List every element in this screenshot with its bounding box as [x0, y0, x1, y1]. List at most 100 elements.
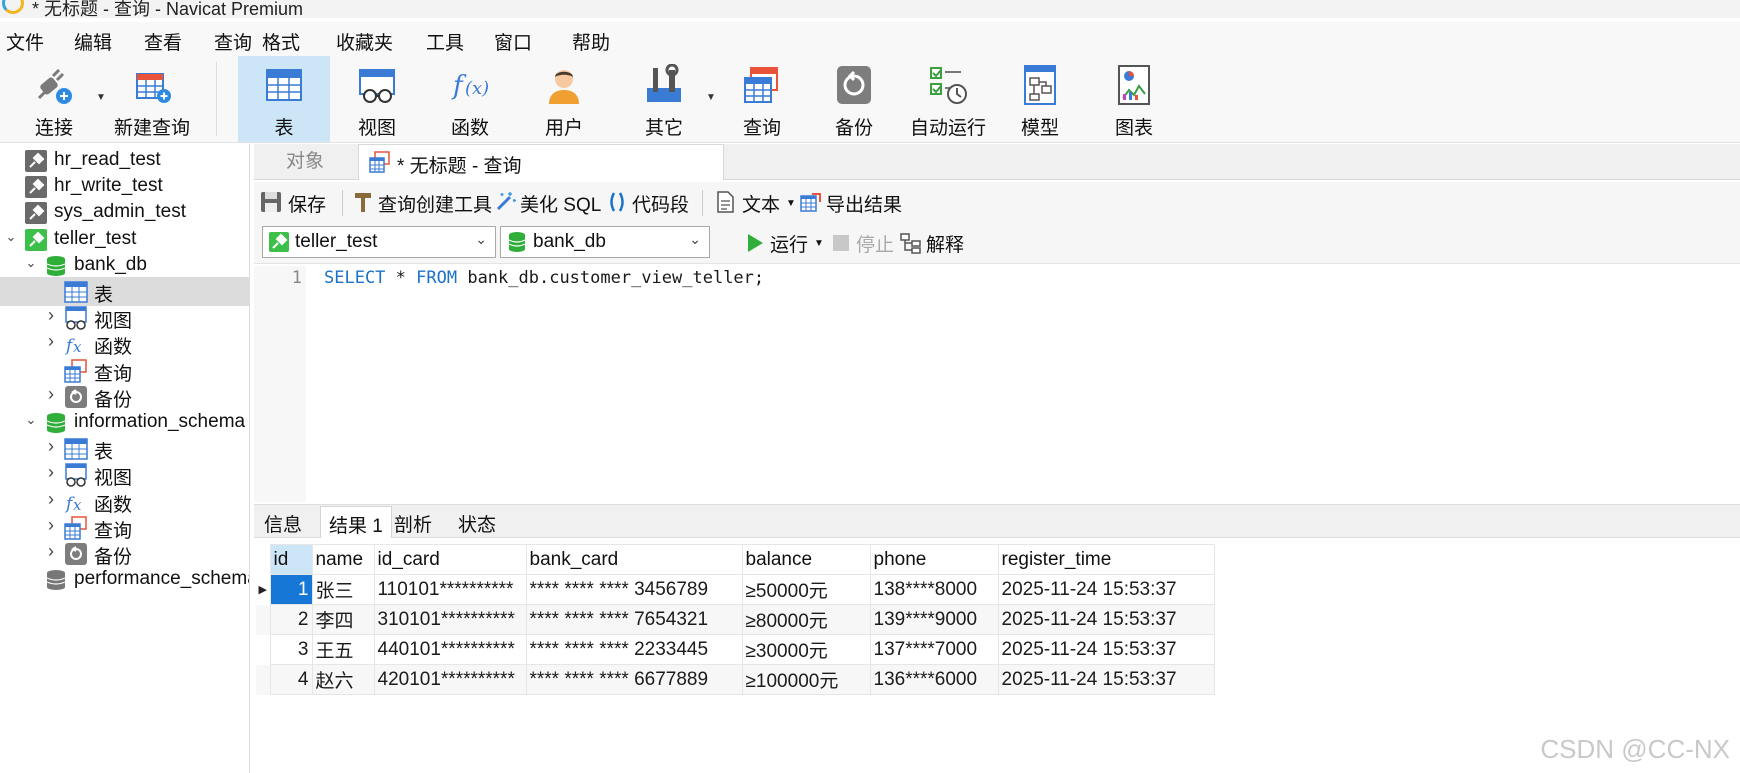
- cell-name[interactable]: 李四: [311, 604, 375, 635]
- cell-id-card[interactable]: 310101**********: [373, 604, 527, 635]
- connect-button[interactable]: 连接: [14, 56, 94, 142]
- chevron-right-icon[interactable]: ›: [44, 332, 58, 350]
- chevron-right-icon[interactable]: ›: [44, 542, 58, 560]
- stop-button[interactable]: 停止: [856, 230, 894, 257]
- query-button[interactable]: 查询: [716, 56, 808, 142]
- tree-item-table[interactable]: 表: [0, 277, 249, 306]
- table-row[interactable]: 3 王五 440101********** **** **** **** 223344…: [256, 634, 1215, 665]
- table-row[interactable]: 4 赵六 420101********** **** **** **** 667788…: [256, 664, 1215, 695]
- cell-phone[interactable]: 137****7000: [869, 634, 999, 665]
- table-row[interactable]: ▶ 1 张三 110101********** **** **** **** 34567…: [256, 574, 1215, 605]
- tab-objects[interactable]: 对象: [254, 144, 356, 180]
- column-header-register-time[interactable]: register_time: [997, 544, 1215, 575]
- tree-item-teller-test[interactable]: ⌄ teller_test: [0, 225, 249, 254]
- model-button[interactable]: 模型: [994, 56, 1086, 142]
- cell-phone[interactable]: 138****8000: [869, 574, 999, 605]
- chevron-right-icon[interactable]: ›: [44, 437, 58, 455]
- cell-id-card[interactable]: 440101**********: [373, 634, 527, 665]
- automation-button[interactable]: 自动运行: [900, 56, 996, 142]
- column-header-name[interactable]: name: [311, 544, 375, 575]
- chevron-down-icon[interactable]: ⌄: [24, 255, 38, 270]
- chevron-right-icon[interactable]: ›: [44, 306, 58, 324]
- tree-item-query[interactable]: › 查询: [0, 513, 249, 542]
- tree-item-bank-db[interactable]: ⌄ bank_db: [0, 251, 249, 280]
- cell-balance[interactable]: ≥50000元: [741, 574, 871, 605]
- cell-balance[interactable]: ≥100000元: [741, 664, 871, 695]
- tree-item-performance-schema[interactable]: performance_schema: [0, 565, 249, 594]
- function-button[interactable]: f (x) 函数: [424, 56, 516, 142]
- others-dropdown-icon[interactable]: ▼: [706, 92, 716, 103]
- column-header-id-card[interactable]: id_card: [373, 544, 527, 575]
- user-button[interactable]: 用户: [518, 56, 610, 142]
- menu-file[interactable]: 文件: [6, 28, 44, 55]
- connection-select[interactable]: teller_test ⌄: [262, 226, 496, 258]
- menu-query[interactable]: 查询: [214, 28, 252, 55]
- cell-register-time[interactable]: 2025-11-24 15:53:37: [997, 604, 1215, 635]
- column-header-phone[interactable]: phone: [869, 544, 999, 575]
- cell-id[interactable]: 3: [269, 634, 313, 665]
- tree-item-function[interactable]: › f x 函数: [0, 329, 249, 358]
- tab-result-1[interactable]: 结果 1: [320, 506, 392, 538]
- tree-item-sys-admin-test[interactable]: sys_admin_test: [0, 198, 249, 227]
- column-header-balance[interactable]: balance: [741, 544, 871, 575]
- chevron-down-icon[interactable]: ⌄: [24, 413, 38, 427]
- chevron-down-icon[interactable]: ⌄: [4, 229, 18, 244]
- menu-edit[interactable]: 编辑: [74, 28, 112, 55]
- menu-help[interactable]: 帮助: [572, 28, 610, 55]
- cell-balance[interactable]: ≥80000元: [741, 604, 871, 635]
- cell-id[interactable]: 2: [269, 604, 313, 635]
- tree-item-backup[interactable]: › 备份: [0, 539, 249, 568]
- view-button[interactable]: 视图: [332, 56, 422, 142]
- cell-id[interactable]: 1: [269, 574, 313, 605]
- cell-bank-card[interactable]: **** **** **** 3456789: [525, 574, 743, 605]
- cell-balance[interactable]: ≥30000元: [741, 634, 871, 665]
- tree-item-hr-read-test[interactable]: hr_read_test: [0, 146, 249, 175]
- menu-view[interactable]: 查看: [144, 28, 182, 55]
- explain-button[interactable]: 解释: [926, 230, 964, 257]
- cell-register-time[interactable]: 2025-11-24 15:53:37: [997, 574, 1215, 605]
- cell-phone[interactable]: 139****9000: [869, 604, 999, 635]
- cell-bank-card[interactable]: **** **** **** 6677889: [525, 664, 743, 695]
- table-button[interactable]: 表: [238, 56, 330, 142]
- text-mode-button[interactable]: 文本: [742, 190, 780, 217]
- cell-register-time[interactable]: 2025-11-24 15:53:37: [997, 664, 1215, 695]
- export-result-button[interactable]: 导出结果: [826, 190, 902, 217]
- others-button[interactable]: 其它: [618, 56, 710, 142]
- backup-button[interactable]: 备份: [808, 56, 900, 142]
- save-button[interactable]: 保存: [288, 190, 326, 217]
- chevron-right-icon[interactable]: ›: [44, 385, 58, 403]
- tab-status[interactable]: 状态: [450, 506, 504, 538]
- tree-item-backup[interactable]: › 备份: [0, 382, 249, 411]
- menu-tools[interactable]: 工具: [426, 28, 464, 55]
- menu-window[interactable]: 窗口: [494, 28, 532, 55]
- new-query-button[interactable]: 新建查询: [110, 56, 194, 142]
- menu-favorites[interactable]: 收藏夹: [336, 28, 393, 55]
- connect-dropdown-icon[interactable]: ▼: [96, 92, 106, 103]
- cell-name[interactable]: 赵六: [311, 664, 375, 695]
- run-button[interactable]: 运行: [770, 230, 808, 257]
- tab-profile[interactable]: 剖析: [386, 506, 440, 538]
- cell-id[interactable]: 4: [269, 664, 313, 695]
- beautify-sql-button[interactable]: 美化 SQL: [520, 190, 601, 217]
- chevron-right-icon[interactable]: ›: [44, 463, 58, 481]
- chevron-right-icon[interactable]: ›: [44, 490, 58, 508]
- table-row[interactable]: 2 李四 310101********** **** **** **** 765432…: [256, 604, 1215, 635]
- cell-register-time[interactable]: 2025-11-24 15:53:37: [997, 634, 1215, 665]
- tab-untitled-query[interactable]: * 无标题 - 查询: [358, 144, 724, 180]
- column-header-bank-card[interactable]: bank_card: [525, 544, 743, 575]
- tab-info[interactable]: 信息: [256, 506, 310, 538]
- cell-id-card[interactable]: 110101**********: [373, 574, 527, 605]
- text-dropdown-icon[interactable]: ▼: [786, 198, 796, 209]
- chevron-right-icon[interactable]: ›: [44, 516, 58, 534]
- tree-item-function[interactable]: › f x 函数: [0, 487, 249, 516]
- column-header-id[interactable]: id: [269, 544, 313, 575]
- tree-item-query[interactable]: 查询: [0, 356, 249, 385]
- cell-phone[interactable]: 136****6000: [869, 664, 999, 695]
- tree-item-table[interactable]: › 表: [0, 434, 249, 463]
- menu-format[interactable]: 格式: [262, 28, 300, 55]
- sql-editor[interactable]: 1 SELECT * FROM bank_db.customer_view_te…: [254, 266, 1740, 502]
- tree-item-view[interactable]: › 视图: [0, 460, 249, 489]
- query-builder-button[interactable]: 查询创建工具: [378, 190, 492, 217]
- tree-item-view[interactable]: › 视图: [0, 303, 249, 332]
- cell-id-card[interactable]: 420101**********: [373, 664, 527, 695]
